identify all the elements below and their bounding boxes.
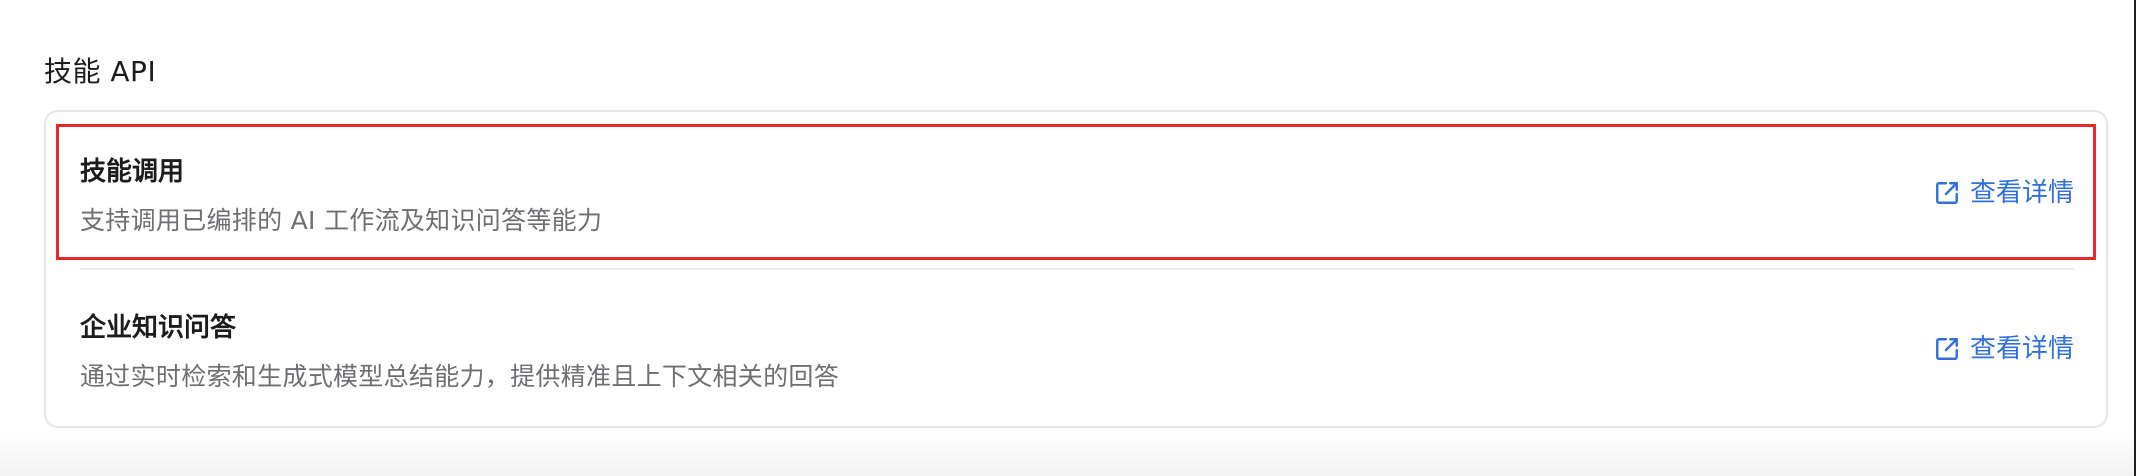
- external-link-icon: [1934, 336, 1960, 362]
- api-item-description: 支持调用已编排的 AI 工作流及知识问答等能力: [80, 206, 603, 235]
- view-details-link[interactable]: 查看详情: [1934, 332, 2074, 366]
- api-item-description: 通过实时检索和生成式模型总结能力，提供精准且上下文相关的回答: [80, 362, 840, 391]
- view-details-label: 查看详情: [1969, 334, 2074, 364]
- page: 技能 API 技能调用 支持调用已编排的 AI 工作流及知识问答等能力 查看详情…: [0, 0, 2136, 476]
- view-details-label: 查看详情: [1969, 178, 2074, 208]
- api-card: 技能调用 支持调用已编排的 AI 工作流及知识问答等能力 查看详情 企业知识问答…: [44, 110, 2108, 428]
- api-item-enterprise-qa: 企业知识问答 通过实时检索和生成式模型总结能力，提供精准且上下文相关的回答 查看…: [46, 280, 2106, 416]
- api-item-title: 企业知识问答: [80, 313, 237, 343]
- highlight-box: [56, 124, 2096, 260]
- view-details-link[interactable]: 查看详情: [1934, 176, 2074, 210]
- api-item-title: 技能调用: [80, 157, 185, 187]
- row-divider: [80, 268, 2074, 270]
- api-item-skill-invoke: 技能调用 支持调用已编排的 AI 工作流及知识问答等能力 查看详情: [46, 124, 2106, 260]
- bottom-shade: [0, 426, 2134, 476]
- section-title: 技能 API: [44, 55, 157, 88]
- external-link-icon: [1934, 180, 1960, 206]
